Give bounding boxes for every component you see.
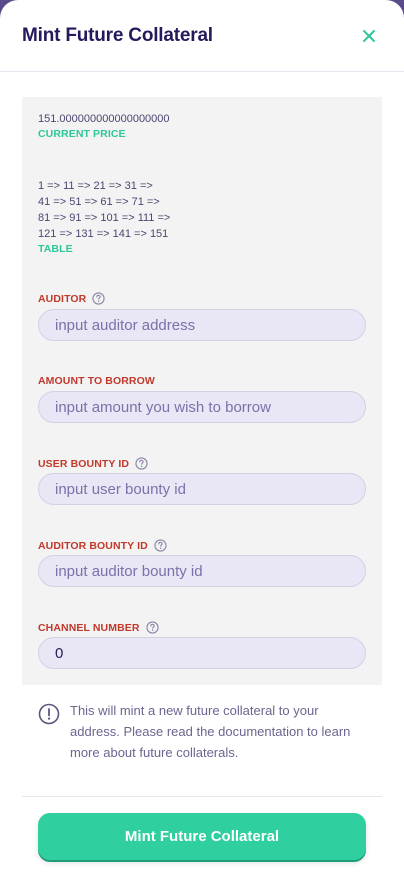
auditor-input[interactable] (38, 309, 366, 341)
close-icon[interactable] (356, 23, 382, 49)
user-bounty-label: USER BOUNTY ID (38, 457, 149, 471)
table-label-text: TABLE (38, 243, 73, 255)
auditor-label-text: AUDITOR (38, 293, 87, 305)
modal-header: Mint Future Collateral (0, 0, 404, 72)
help-icon[interactable] (92, 292, 106, 306)
current-price-label-text: CURRENT PRICE (38, 128, 126, 140)
table-line: 121 => 131 => 141 => 151 (38, 228, 169, 240)
amount-label: AMOUNT TO BORROW (38, 375, 155, 387)
amount-input[interactable] (38, 391, 366, 423)
current-price-label: CURRENT PRICE (38, 128, 126, 140)
auditor-bounty-label-text: AUDITOR BOUNTY ID (38, 540, 148, 552)
help-icon[interactable] (154, 539, 168, 553)
table-label: TABLE (38, 243, 73, 255)
auditor-bounty-label: AUDITOR BOUNTY ID (38, 539, 168, 553)
current-price-value: 151.000000000000000000 (38, 113, 170, 125)
form-panel: 151.000000000000000000 CURRENT PRICE 1 =… (22, 97, 382, 685)
help-icon[interactable] (145, 621, 160, 635)
modal-title: Mint Future Collateral (22, 24, 213, 46)
table-line: 81 => 91 => 101 => 111 => (38, 212, 171, 224)
table-lines: 1 => 11 => 21 => 31 => 41 => 51 => 61 =>… (38, 178, 170, 242)
table-line: 41 => 51 => 61 => 71 => (38, 196, 160, 208)
auditor-bounty-input[interactable] (38, 555, 366, 587)
channel-input[interactable] (38, 637, 366, 669)
info-icon (38, 703, 60, 763)
user-bounty-label-text: USER BOUNTY ID (38, 458, 130, 470)
user-bounty-input[interactable] (38, 473, 366, 505)
mint-modal: Mint Future Collateral 151.0000000000000… (0, 0, 404, 895)
auditor-label: AUDITOR (38, 292, 106, 306)
amount-label-text: AMOUNT TO BORROW (38, 375, 155, 387)
info-text: This will mint a new future collateral t… (70, 703, 351, 760)
divider (22, 796, 382, 797)
table-line: 1 => 11 => 21 => 31 => (38, 180, 153, 192)
help-icon[interactable] (135, 457, 149, 471)
channel-label: CHANNEL NUMBER (38, 621, 160, 635)
mint-future-collateral-button[interactable]: Mint Future Collateral (38, 813, 366, 860)
channel-label-text: CHANNEL NUMBER (38, 622, 140, 634)
info-notice: This will mint a new future collateral t… (38, 700, 358, 763)
